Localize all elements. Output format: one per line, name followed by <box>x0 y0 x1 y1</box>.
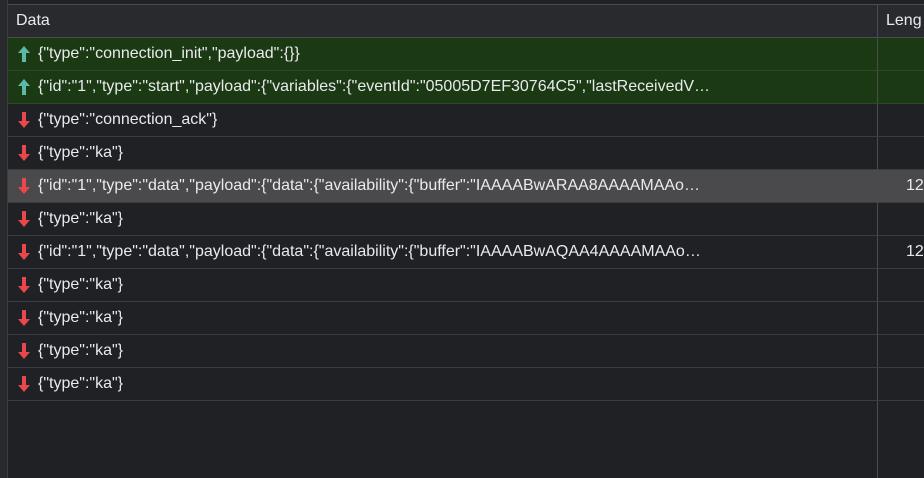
arrow-up-icon <box>18 79 30 95</box>
message-text: {"type":"ka"} <box>38 375 123 392</box>
message-data-cell: {"type":"ka"} <box>8 302 878 334</box>
arrow-down-icon <box>18 178 30 194</box>
message-data-cell: {"type":"ka"} <box>8 203 878 235</box>
messages-table: {"type":"connection_init","payload":{}} {… <box>8 38 924 401</box>
arrow-down-icon <box>18 211 30 227</box>
message-row[interactable]: {"id":"1","type":"data","payload":{"data… <box>8 170 924 203</box>
message-length-cell <box>878 203 924 235</box>
message-data-cell: {"id":"1","type":"start","payload":{"var… <box>8 71 878 103</box>
message-data-cell: {"type":"ka"} <box>8 368 878 400</box>
message-text: {"id":"1","type":"start","payload":{"var… <box>38 78 711 95</box>
message-data-cell: {"type":"connection_ack"} <box>8 104 878 136</box>
message-row[interactable]: {"id":"1","type":"start","payload":{"var… <box>8 71 924 104</box>
arrow-down-icon <box>18 376 30 392</box>
left-gutter <box>0 0 8 478</box>
message-data-cell: {"id":"1","type":"data","payload":{"data… <box>8 236 878 268</box>
arrow-down-icon <box>18 310 30 326</box>
message-length-cell: 12 <box>906 243 924 260</box>
message-text: {"type":"connection_ack"} <box>38 111 218 128</box>
message-length-cell <box>878 137 924 169</box>
message-text: {"type":"connection_init","payload":{}} <box>38 45 300 62</box>
column-header-length[interactable]: Leng <box>878 5 924 37</box>
message-row[interactable]: {"type":"ka"} <box>8 203 924 236</box>
table-empty-area <box>8 401 924 478</box>
message-data-cell: {"type":"ka"} <box>8 269 878 301</box>
message-text: {"type":"ka"} <box>38 210 123 227</box>
table-header: Data Leng <box>8 5 924 38</box>
message-row[interactable]: {"type":"ka"} <box>8 302 924 335</box>
websocket-messages-panel: Data Leng {"type":"connection_init","pay… <box>0 0 924 478</box>
arrow-up-icon <box>18 46 30 62</box>
message-length-cell <box>878 104 924 136</box>
message-row[interactable]: {"id":"1","type":"data","payload":{"data… <box>8 236 924 269</box>
message-length-cell <box>878 38 924 70</box>
message-data-cell: {"type":"ka"} <box>8 335 878 367</box>
message-row[interactable]: {"type":"ka"} <box>8 269 924 302</box>
arrow-down-icon <box>18 244 30 260</box>
arrow-down-icon <box>18 112 30 128</box>
message-row[interactable]: {"type":"connection_init","payload":{}} <box>8 38 924 71</box>
message-text: {"type":"ka"} <box>38 144 123 161</box>
message-length-cell <box>878 302 924 334</box>
arrow-down-icon <box>18 277 30 293</box>
message-data-cell: {"id":"1","type":"data","payload":{"data… <box>8 170 878 202</box>
message-length-cell <box>878 335 924 367</box>
message-row[interactable]: {"type":"connection_ack"} <box>8 104 924 137</box>
message-length-cell <box>878 269 924 301</box>
message-data-cell: {"type":"ka"} <box>8 137 878 169</box>
message-text: {"id":"1","type":"data","payload":{"data… <box>38 177 700 194</box>
message-length-cell: 12 <box>906 177 924 194</box>
message-row[interactable]: {"type":"ka"} <box>8 368 924 401</box>
column-header-data[interactable]: Data <box>8 5 878 37</box>
message-length-cell <box>878 71 924 103</box>
arrow-down-icon <box>18 343 30 359</box>
message-data-cell: {"type":"connection_init","payload":{}} <box>8 38 878 70</box>
message-text: {"type":"ka"} <box>38 309 123 326</box>
message-length-cell <box>878 368 924 400</box>
message-text: {"type":"ka"} <box>38 342 123 359</box>
message-row[interactable]: {"type":"ka"} <box>8 335 924 368</box>
message-text: {"type":"ka"} <box>38 276 123 293</box>
message-row[interactable]: {"type":"ka"} <box>8 137 924 170</box>
message-text: {"id":"1","type":"data","payload":{"data… <box>38 243 701 260</box>
empty-data-column <box>8 401 878 478</box>
arrow-down-icon <box>18 145 30 161</box>
